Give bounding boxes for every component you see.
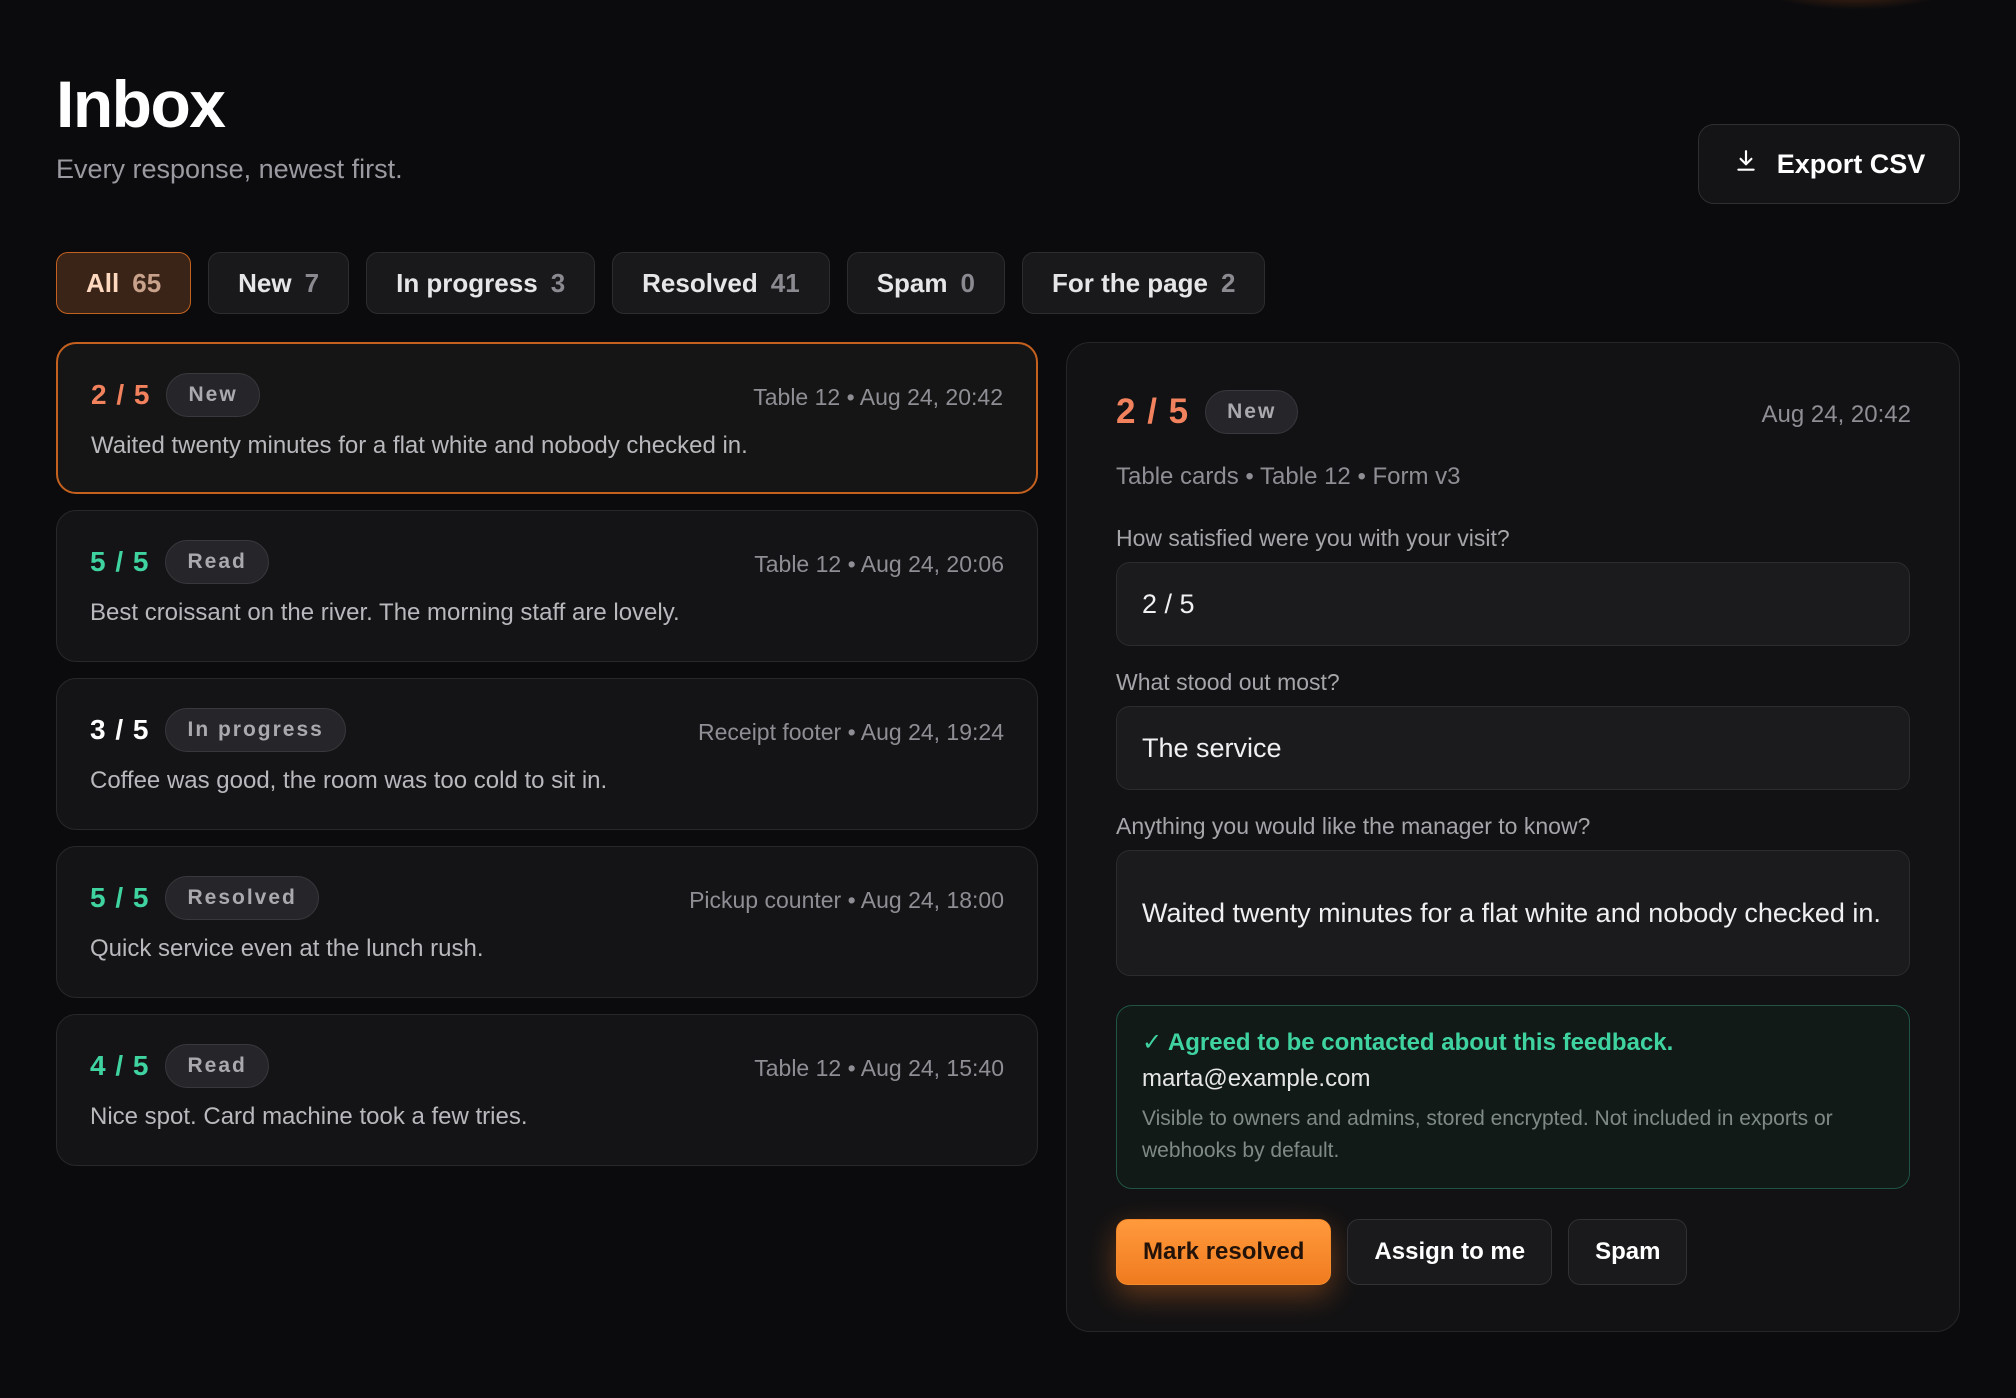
response-detail-panel: 2 / 5 New Aug 24, 20:42 Table cards • Ta… (1066, 342, 1960, 1332)
answer-field: The service (1116, 706, 1910, 790)
filter-tab-new[interactable]: New 7 (208, 252, 350, 314)
response-list: 2 / 5 New Table 12 • Aug 24, 20:42 Waite… (56, 342, 1038, 1182)
question-block: What stood out most? The service (1116, 669, 1910, 790)
filter-tab-label: For the page (1051, 267, 1208, 298)
response-card[interactable]: 4 / 5 Read Table 12 • Aug 24, 15:40 Nice… (56, 1014, 1038, 1166)
mark-resolved-button[interactable]: Mark resolved (1116, 1219, 1332, 1285)
status-badge: In progress (165, 708, 346, 752)
detail-header: 2 / 5 New (1116, 389, 1299, 435)
response-card[interactable]: 5 / 5 Resolved Pickup counter • Aug 24, … (56, 846, 1038, 998)
detail-status-badge: New (1205, 390, 1299, 434)
filter-tab-resolved[interactable]: Resolved 41 (612, 252, 830, 314)
response-rating: 5 / 5 (90, 882, 150, 913)
filter-tab-label: In progress (396, 267, 538, 298)
question-label: What stood out most? (1116, 669, 1340, 695)
detail-rating: 2 / 5 (1116, 392, 1190, 431)
page-title: Inbox (56, 67, 226, 141)
export-csv-label: Export CSV (1776, 148, 1926, 179)
inbox-page: Inbox Every response, newest first. Expo… (56, 0, 1960, 1398)
export-csv-button[interactable]: Export CSV (1698, 124, 1960, 204)
response-card-header: 3 / 5 In progress (90, 707, 346, 753)
status-badge: Read (165, 1044, 269, 1088)
response-meta: Table 12 • Aug 24, 20:42 (753, 384, 1003, 410)
response-card-header: 2 / 5 New (91, 372, 260, 418)
download-icon (1733, 148, 1759, 181)
response-card[interactable]: 2 / 5 New Table 12 • Aug 24, 20:42 Waite… (56, 342, 1038, 494)
status-badge: New (166, 373, 260, 417)
response-snippet: Waited twenty minutes for a flat white a… (91, 432, 748, 459)
filter-tab-count: 2 (1220, 267, 1236, 298)
detail-actions: Mark resolved Assign to me Spam (1116, 1219, 1688, 1285)
filter-tab-label: New (238, 267, 292, 298)
status-badge: Resolved (165, 876, 319, 920)
assign-to-me-button[interactable]: Assign to me (1347, 1219, 1553, 1285)
answer-field: 2 / 5 (1116, 562, 1910, 646)
filter-tab-for-the-page[interactable]: For the page 2 (1021, 252, 1266, 314)
response-meta: Table 12 • Aug 24, 15:40 (754, 1055, 1004, 1081)
response-snippet: Quick service even at the lunch rush. (90, 935, 484, 962)
response-snippet: Best croissant on the river. The morning… (90, 599, 680, 626)
filter-tab-count: 41 (770, 267, 800, 298)
response-rating: 4 / 5 (90, 1050, 150, 1081)
response-rating: 5 / 5 (90, 546, 150, 577)
response-card[interactable]: 5 / 5 Read Table 12 • Aug 24, 20:06 Best… (56, 510, 1038, 662)
response-snippet: Nice spot. Card machine took a few tries… (90, 1103, 528, 1130)
filter-tab-label: Spam (876, 267, 948, 298)
response-rating: 2 / 5 (91, 379, 151, 410)
question-label: Anything you would like the manager to k… (1116, 813, 1591, 839)
spam-button[interactable]: Spam (1568, 1219, 1688, 1285)
filter-tab-count: 0 (960, 267, 975, 298)
response-card-header: 4 / 5 Read (90, 1043, 269, 1089)
filter-tab-label: All (86, 267, 120, 298)
response-meta: Receipt footer • Aug 24, 19:24 (698, 719, 1004, 745)
response-card-header: 5 / 5 Read (90, 539, 269, 585)
filter-tab-count: 65 (132, 267, 162, 298)
filter-tabs: All 65 New 7 In progress 3 Resolved 41 S… (56, 252, 1266, 314)
question-block: Anything you would like the manager to k… (1116, 813, 1910, 976)
filter-tab-count: 7 (304, 267, 320, 298)
page-header: Inbox Every response, newest first. Expo… (56, 66, 1960, 206)
consent-note: Visible to owners and admins, stored enc… (1142, 1107, 1833, 1162)
status-badge: Read (165, 540, 269, 584)
response-card-header: 5 / 5 Resolved (90, 875, 319, 921)
detail-source: Table cards • Table 12 • Form v3 (1116, 463, 1461, 490)
filter-tab-spam[interactable]: Spam 0 (846, 252, 1005, 314)
response-meta: Pickup counter • Aug 24, 18:00 (689, 887, 1004, 913)
response-snippet: Coffee was good, the room was too cold t… (90, 767, 608, 794)
response-meta: Table 12 • Aug 24, 20:06 (754, 551, 1004, 577)
filter-tab-count: 3 (550, 267, 566, 298)
question-label: How satisfied were you with your visit? (1116, 525, 1510, 551)
detail-timestamp: Aug 24, 20:42 (1761, 401, 1911, 428)
contact-email: marta@example.com (1142, 1065, 1371, 1092)
filter-tab-label: Resolved (642, 267, 758, 298)
filter-tab-in-progress[interactable]: In progress 3 (366, 252, 596, 314)
page-subtitle: Every response, newest first. (56, 154, 403, 184)
response-card[interactable]: 3 / 5 In progress Receipt footer • Aug 2… (56, 678, 1038, 830)
consent-status: ✓ Agreed to be contacted about this feed… (1142, 1029, 1674, 1056)
answer-field: Waited twenty minutes for a flat white a… (1116, 850, 1910, 976)
contact-consent-box: ✓ Agreed to be contacted about this feed… (1116, 1005, 1910, 1189)
filter-tab-all[interactable]: All 65 (56, 252, 192, 314)
question-block: How satisfied were you with your visit? … (1116, 525, 1910, 646)
response-rating: 3 / 5 (90, 714, 150, 745)
